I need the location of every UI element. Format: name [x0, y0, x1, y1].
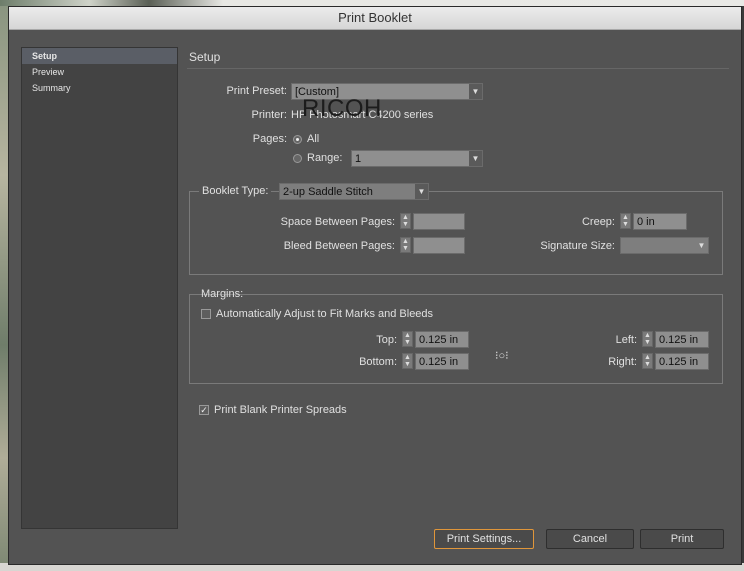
printer-label: Printer: — [251, 109, 287, 121]
print-booklet-dialog: Print Booklet Setup Preview Summary Setu… — [8, 6, 742, 565]
bottom-label: Bottom: — [359, 356, 397, 368]
pages-range-label: Range: — [307, 152, 343, 164]
chain-link-icon[interactable]: ⁝○⁝ — [495, 349, 509, 362]
right-label: Right: — [608, 356, 637, 368]
bottom-stepper[interactable]: ▲ ▼ — [402, 353, 413, 369]
pages-all-label: All — [307, 133, 320, 145]
blank-spreads-label: Print Blank Printer Spreads — [214, 404, 347, 416]
bleed-stepper[interactable]: ▲ ▼ — [400, 237, 411, 253]
section-title: Setup — [189, 50, 221, 64]
space-stepper[interactable]: ▲ ▼ — [400, 213, 411, 229]
print-preset-label: Print Preset: — [226, 85, 287, 97]
creep-label: Creep: — [581, 216, 615, 228]
space-between-field[interactable] — [413, 213, 465, 230]
left-stepper[interactable]: ▲ ▼ — [642, 331, 653, 347]
chevron-down-icon: ▼ — [415, 184, 428, 199]
signature-size-dropdown[interactable]: ▼ — [620, 237, 709, 254]
dialog-title: Print Booklet — [9, 7, 741, 30]
margins-title: Margins: — [201, 288, 244, 300]
booklet-type-value: 2-up Saddle Stitch — [283, 186, 373, 198]
chevron-down-icon: ▼ — [469, 84, 482, 99]
booklet-group — [189, 191, 723, 275]
bottom-field[interactable]: 0.125 in — [415, 353, 469, 370]
sidebar-item-setup[interactable]: Setup — [22, 48, 177, 64]
auto-adjust-label: Automatically Adjust to Fit Marks and Bl… — [216, 308, 434, 320]
signature-size-label: Signature Size: — [540, 240, 615, 252]
pages-range-radio[interactable] — [293, 154, 302, 163]
top-label: Top: — [376, 334, 397, 346]
booklet-type-dropdown[interactable]: 2-up Saddle Stitch ▼ — [279, 183, 429, 200]
range-value: 1 — [355, 153, 362, 165]
auto-adjust-checkbox[interactable] — [201, 309, 211, 319]
creep-field[interactable]: 0 in — [633, 213, 687, 230]
print-preset-dropdown[interactable]: [Custom] ▼ — [291, 83, 483, 100]
right-field[interactable]: 0.125 in — [655, 353, 709, 370]
chevron-down-icon: ▼ — [695, 238, 708, 253]
pages-label: Pages: — [252, 133, 287, 145]
sidebar-item-preview[interactable]: Preview — [22, 64, 177, 80]
creep-stepper[interactable]: ▲ ▼ — [620, 213, 631, 229]
pages-all-radio[interactable] — [293, 135, 302, 144]
top-field[interactable]: 0.125 in — [415, 331, 469, 348]
print-settings-button[interactable]: Print Settings... — [434, 529, 534, 549]
bleed-between-field[interactable] — [413, 237, 465, 254]
sidebar: Setup Preview Summary — [21, 47, 178, 529]
left-field[interactable]: 0.125 in — [655, 331, 709, 348]
left-label: Left: — [615, 334, 637, 346]
top-stepper[interactable]: ▲ ▼ — [402, 331, 413, 347]
printer-value: HP Photosmart C4200 series — [291, 109, 434, 121]
blank-spreads-checkbox[interactable]: ✓ — [199, 405, 209, 415]
range-field[interactable]: 1 ▼ — [351, 150, 483, 167]
cancel-button[interactable]: Cancel — [546, 529, 634, 549]
right-stepper[interactable]: ▲ ▼ — [642, 353, 653, 369]
sidebar-item-summary[interactable]: Summary — [22, 80, 177, 96]
chevron-down-icon: ▼ — [469, 151, 482, 166]
print-preset-value: [Custom] — [295, 86, 340, 98]
section-divider — [187, 68, 729, 69]
booklet-type-label: Booklet Type: — [199, 185, 272, 197]
space-between-label: Space Between Pages: — [280, 216, 395, 228]
bleed-between-label: Bleed Between Pages: — [283, 240, 395, 252]
print-button[interactable]: Print — [640, 529, 724, 549]
desktop-background-edge — [0, 6, 8, 571]
